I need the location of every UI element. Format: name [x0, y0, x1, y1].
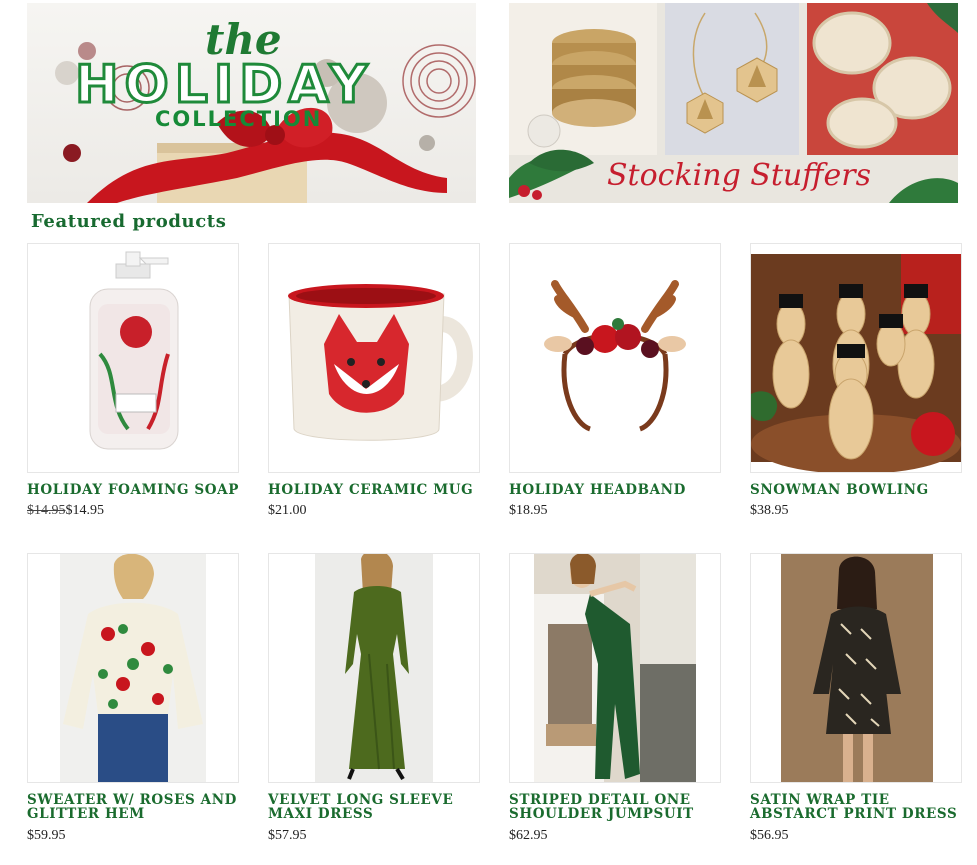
product-name[interactable]: STRIPED DETAIL ONE SHOULDER JUMPSUIT: [509, 793, 724, 821]
product-price: $56.95: [750, 828, 789, 843]
snowman-pins-icon: [751, 254, 961, 472]
reindeer-headband-icon: [544, 280, 686, 432]
product-image-mug[interactable]: [268, 243, 480, 473]
product-name[interactable]: SWEATER W/ ROSES AND GLITTER HEM: [27, 793, 242, 821]
product-name[interactable]: HOLIDAY CERAMIC MUG: [268, 483, 483, 497]
product-old-price: $14.95: [27, 503, 66, 518]
stocking-stuffers-banner[interactable]: Stocking Stuffers: [509, 3, 958, 203]
product-price: $62.95: [509, 828, 548, 843]
product-image-snowman[interactable]: [750, 243, 962, 473]
product-price: $57.95: [268, 828, 307, 843]
green-jumpsuit-icon: [534, 554, 696, 782]
soap-bottle-icon: [89, 251, 179, 450]
product-price: $14.95$14.95: [27, 503, 104, 519]
holiday-collection-banner[interactable]: the HOLIDAY COLLECTION: [27, 3, 476, 203]
product-price: $38.95: [750, 503, 789, 518]
product-image-jumpsuit[interactable]: [509, 553, 721, 783]
product-name[interactable]: VELVET LONG SLEEVE MAXI DRESS: [268, 793, 483, 821]
product-name[interactable]: HOLIDAY HEADBAND: [509, 483, 724, 497]
product-name[interactable]: SNOWMAN BOWLING: [750, 483, 965, 497]
product-name[interactable]: HOLIDAY FOAMING SOAP: [27, 483, 242, 497]
print-dress-icon: [781, 554, 933, 782]
product-image-print-dress[interactable]: [750, 553, 962, 783]
product-image-sweater[interactable]: [27, 553, 239, 783]
product-sale-price: $14.95: [65, 503, 105, 518]
banner-collection-word: COLLECTION: [155, 107, 323, 131]
stocking-stuffers-caption: Stocking Stuffers: [607, 158, 871, 193]
product-name[interactable]: SATIN WRAP TIE ABSTARCT PRINT DRESS: [750, 793, 965, 821]
product-image-velvet-dress[interactable]: [268, 553, 480, 783]
velvet-dress-icon: [315, 554, 433, 782]
product-price: $18.95: [509, 503, 548, 518]
featured-products-heading: Featured products: [31, 211, 227, 232]
banner-holiday-word: HOLIDAY: [73, 54, 374, 117]
product-image-soap[interactable]: [27, 243, 239, 473]
rose-sweater-icon: [60, 554, 206, 782]
product-price: $59.95: [27, 828, 66, 843]
product-price: $21.00: [268, 503, 307, 518]
product-image-headband[interactable]: [509, 243, 721, 473]
fox-mug-icon: [288, 284, 473, 441]
